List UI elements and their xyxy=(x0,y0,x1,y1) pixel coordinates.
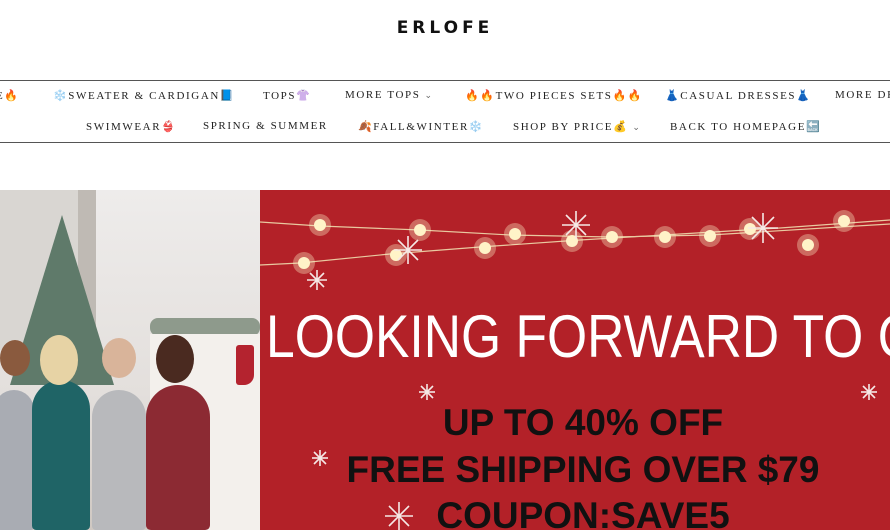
person-2-hair xyxy=(40,335,78,385)
person-2-image xyxy=(32,380,90,530)
offer-free-shipping: FREE SHIPPING OVER $79 xyxy=(346,449,820,490)
main-navigation: E🔥 ❄️SWEATER & CARDIGAN📘 TOPS👚 MORE TOPS… xyxy=(0,80,890,143)
nav-item-more-dresses[interactable]: MORE DR xyxy=(835,89,890,101)
hero-banner[interactable]: LOOKING FORWARD TO CHRIST UP TO 40% OFF … xyxy=(0,190,890,530)
person-4-image xyxy=(146,385,210,530)
nav-item-sweater-cardigan[interactable]: ❄️SWEATER & CARDIGAN📘 xyxy=(53,89,235,102)
nav-item-fall-winter[interactable]: 🍂FALL&WINTER❄️ xyxy=(358,120,484,133)
person-1-image xyxy=(0,390,34,530)
offer-coupon: COUPON:SAVE5 xyxy=(436,495,730,530)
nav-item-spring-summer[interactable]: SPRING & SUMMER xyxy=(203,120,328,132)
hero-photo-christmas-pajamas xyxy=(0,190,260,530)
offer-discount: UP TO 40% OFF xyxy=(442,402,724,443)
nav-item-more-tops-label: MORE TOPS xyxy=(345,89,421,101)
nav-item-swimwear[interactable]: SWIMWEAR👙 xyxy=(86,120,176,133)
nav-item-casual-dresses[interactable]: 👗CASUAL DRESSES👗 xyxy=(665,89,811,102)
person-1-hair xyxy=(0,340,30,376)
person-4-hair xyxy=(156,335,194,383)
nav-item-partial-left[interactable]: E🔥 xyxy=(0,89,20,102)
nav-item-tops[interactable]: TOPS👚 xyxy=(263,89,311,102)
stocking-decor xyxy=(236,345,254,385)
site-header: ERLOFE xyxy=(0,0,890,80)
nav-item-shop-by-price-label: SHOP BY PRICE💰 xyxy=(513,121,629,133)
site-logo[interactable]: ERLOFE xyxy=(0,18,890,38)
nav-item-more-tops[interactable]: MORE TOPS ⌄ xyxy=(345,89,434,101)
nav-item-shop-by-price[interactable]: SHOP BY PRICE💰 ⌄ xyxy=(513,120,642,133)
nav-item-back-to-homepage[interactable]: BACK TO HOMEPAGE🔙 xyxy=(670,120,821,133)
nav-item-two-pieces-sets[interactable]: 🔥🔥TWO PIECES SETS🔥🔥 xyxy=(465,89,643,102)
chevron-down-icon: ⌄ xyxy=(632,123,642,133)
person-3-image xyxy=(92,390,146,530)
chevron-down-icon: ⌄ xyxy=(424,91,434,101)
promo-banner[interactable]: LOOKING FORWARD TO CHRIST UP TO 40% OFF … xyxy=(260,190,890,530)
person-3-beanie xyxy=(102,338,136,378)
hero-headline: LOOKING FORWARD TO CHRIST xyxy=(266,303,890,370)
